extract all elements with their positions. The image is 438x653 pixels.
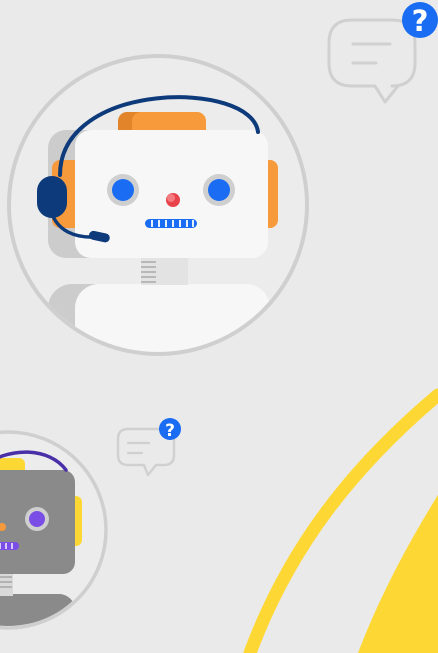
help-badge-symbol: ? — [412, 4, 429, 38]
robot-eye-right-pupil — [208, 179, 230, 201]
support-bot-illustration: ? ? — [0, 0, 438, 653]
help-badge-small-symbol: ? — [165, 421, 175, 441]
help-question-icon: ? — [402, 2, 438, 38]
robot-teeth — [151, 220, 194, 227]
robot-eye-left-pupil — [112, 179, 134, 201]
main-robot — [48, 112, 278, 352]
secondary-robot-mouth — [0, 542, 19, 550]
secondary-robot-neck — [0, 572, 13, 596]
illustration-canvas: ? ? — [0, 2, 438, 653]
robot-neck — [141, 257, 188, 285]
speech-bubble-icon — [327, 18, 417, 104]
accent-arc-decoration — [243, 388, 438, 653]
robot-nose-highlight — [167, 194, 175, 202]
